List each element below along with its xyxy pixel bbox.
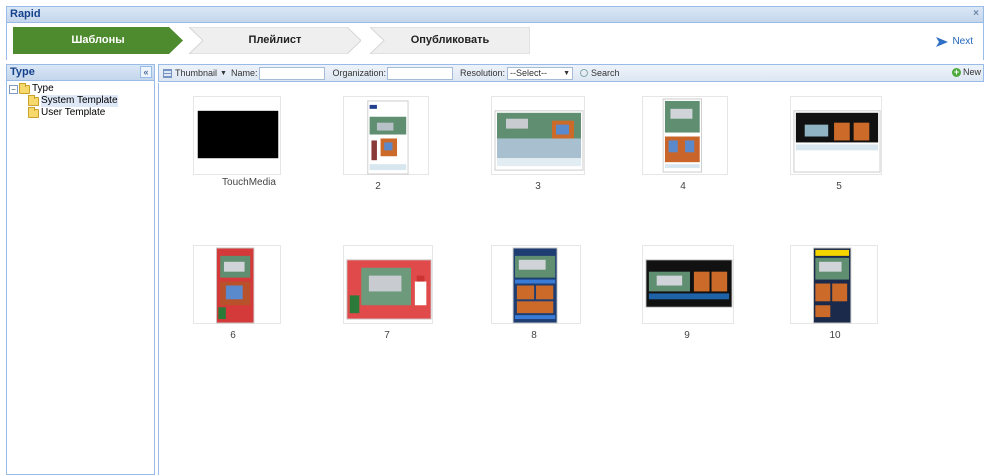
- window-titlebar: Rapid ×: [6, 6, 984, 23]
- add-icon: +: [951, 66, 961, 77]
- search-icon: [580, 69, 589, 77]
- template-thumbnail[interactable]: [790, 245, 878, 324]
- tree-node-label: User Template: [41, 107, 106, 118]
- template-thumbnail[interactable]: [642, 96, 728, 175]
- step-publish-label: Опубликовать: [410, 34, 490, 46]
- resolution-filter: Resolution: --Select-- ▼: [460, 66, 574, 80]
- name-filter: Name:: [230, 66, 326, 80]
- step-playlist-label: Плейлист: [248, 34, 302, 46]
- template-thumbnail[interactable]: [790, 96, 882, 175]
- folder-icon: [28, 106, 39, 118]
- name-label: Name:: [230, 68, 258, 78]
- template-gallery: TouchMedia 2 3 4 5 6 7 8 9 10: [158, 83, 984, 475]
- type-panel-title: Type: [10, 66, 35, 78]
- filter-toolbar: Thumbnail ▼ Name: Organization: Resoluti…: [158, 64, 984, 82]
- step-templates-label: Шаблоны: [71, 34, 125, 46]
- tree-node-root[interactable]: − Type: [7, 82, 154, 95]
- resolution-label: Resolution:: [460, 68, 506, 78]
- organization-filter: Organization:: [332, 66, 454, 80]
- type-panel-header: Type «: [7, 65, 154, 81]
- tree-node-label: Type: [32, 83, 54, 94]
- tree-node-user-template[interactable]: User Template: [7, 106, 154, 119]
- resolution-value: --Select--: [510, 68, 548, 78]
- template-caption: 3: [535, 181, 541, 192]
- chevron-down-icon: ▼: [563, 69, 571, 77]
- template-caption: 7: [384, 330, 390, 341]
- view-mode-button[interactable]: Thumbnail ▼: [163, 68, 227, 78]
- thumbnail-view-icon: [163, 68, 172, 78]
- chevron-down-icon: ▼: [220, 69, 227, 77]
- template-caption: 4: [680, 181, 686, 192]
- next-label: Next: [952, 36, 973, 47]
- tree-node-label: System Template: [41, 95, 118, 107]
- window-title: Rapid: [10, 8, 41, 20]
- template-caption: 9: [684, 330, 690, 341]
- new-button[interactable]: + New: [951, 66, 981, 77]
- new-label: New: [962, 67, 981, 77]
- tree-node-system-template[interactable]: System Template: [7, 94, 154, 107]
- resolution-select[interactable]: --Select-- ▼: [507, 66, 574, 80]
- folder-icon: [28, 94, 39, 106]
- next-button[interactable]: Next: [936, 35, 973, 49]
- template-thumbnail[interactable]: [491, 96, 585, 175]
- type-panel: Type « − Type System Template User Templ…: [6, 64, 155, 475]
- step-playlist[interactable]: Плейлист: [189, 27, 361, 54]
- template-caption: 10: [829, 330, 841, 341]
- template-caption: 8: [531, 330, 537, 341]
- template-caption: 2: [375, 181, 381, 192]
- organization-label: Organization:: [332, 68, 387, 78]
- search-button[interactable]: Search: [580, 68, 620, 78]
- template-thumbnail[interactable]: [491, 245, 581, 324]
- search-label: Search: [591, 68, 620, 78]
- template-caption: 5: [836, 181, 842, 192]
- collapse-icon[interactable]: «: [140, 66, 152, 78]
- collapse-tree-icon[interactable]: −: [9, 84, 18, 94]
- template-thumbnail[interactable]: [343, 96, 429, 175]
- template-thumbnail[interactable]: [343, 245, 433, 324]
- wizard-steps-bar: Шаблоны Плейлист Опубликовать Next: [6, 23, 984, 60]
- template-caption: TouchMedia: [222, 177, 276, 188]
- organization-input[interactable]: [387, 66, 454, 80]
- template-caption: 6: [230, 330, 236, 341]
- template-thumbnail[interactable]: [642, 245, 734, 324]
- arrow-right-icon: [936, 37, 949, 47]
- step-publish[interactable]: Опубликовать: [370, 27, 530, 54]
- folder-open-icon: [19, 82, 30, 94]
- template-thumbnail[interactable]: [193, 245, 281, 324]
- close-icon[interactable]: ×: [971, 8, 981, 20]
- step-templates[interactable]: Шаблоны: [13, 27, 183, 54]
- name-input[interactable]: [259, 66, 326, 80]
- view-mode-label: Thumbnail: [175, 68, 218, 78]
- template-thumbnail[interactable]: [193, 96, 281, 175]
- type-tree: − Type System Template User Template: [7, 81, 154, 119]
